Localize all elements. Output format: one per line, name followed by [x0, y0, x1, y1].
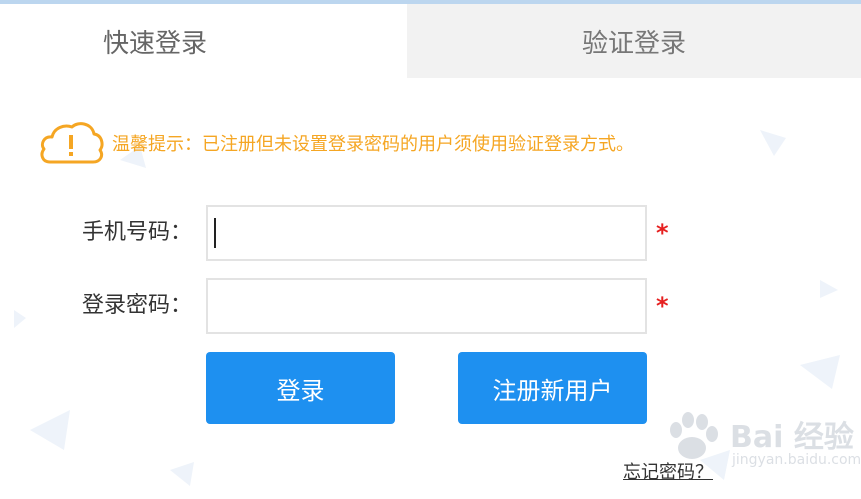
phone-label: 手机号码： — [82, 220, 193, 245]
register-button[interactable]: 注册新用户 — [458, 352, 647, 424]
cloud-warning-icon — [40, 122, 104, 164]
login-tabs: 快速登录 验证登录 — [0, 4, 861, 78]
text-caret — [214, 218, 216, 248]
password-row: 登录密码： * — [0, 278, 861, 334]
phone-input[interactable] — [206, 205, 647, 261]
password-label: 登录密码： — [82, 293, 193, 318]
phone-row: 手机号码： * — [0, 205, 861, 261]
login-button[interactable]: 登录 — [206, 352, 395, 424]
tab-verify-login[interactable]: 验证登录 — [407, 4, 861, 78]
tab-quick-login[interactable]: 快速登录 — [0, 4, 407, 78]
watermark-text: Bai 经验 — [730, 420, 854, 455]
required-mark: * — [656, 292, 669, 320]
notice-text: 温馨提示：已注册但未设置登录密码的用户须使用验证登录方式。 — [112, 134, 634, 155]
password-input[interactable] — [206, 278, 647, 334]
notice-banner: 温馨提示：已注册但未设置登录密码的用户须使用验证登录方式。 — [38, 118, 634, 168]
watermark-sub: jingyan.baidu.com — [732, 452, 861, 468]
forgot-password-link[interactable]: 忘记密码？ — [623, 458, 713, 484]
required-mark: * — [656, 219, 669, 247]
